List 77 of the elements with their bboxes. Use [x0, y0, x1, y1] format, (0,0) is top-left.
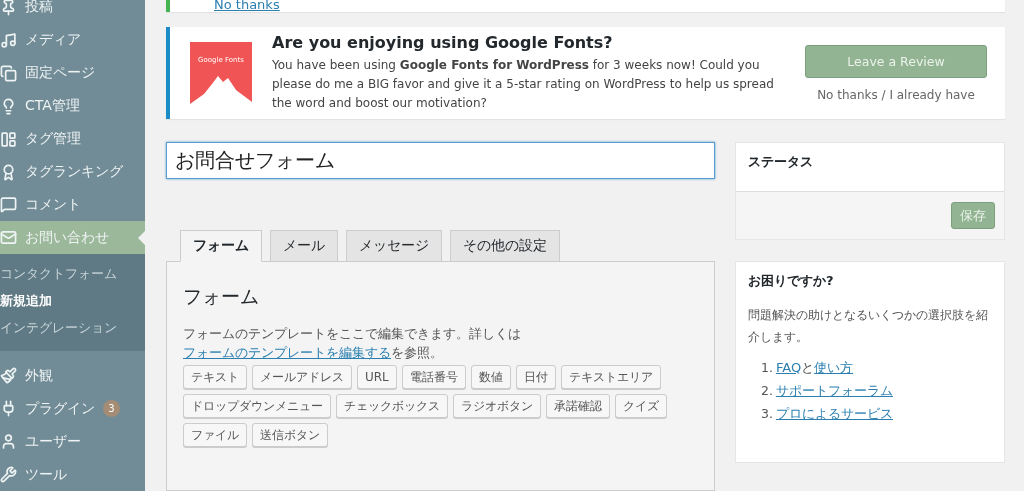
box-title: ステータス — [747, 153, 814, 171]
tag-button[interactable]: ファイル — [183, 423, 247, 447]
music-icon — [0, 31, 17, 49]
menu-item[interactable]: プラグイン 3 — [0, 392, 145, 426]
menu-item[interactable]: コメント — [0, 188, 145, 222]
tag-button[interactable]: テキストエリア — [560, 365, 661, 389]
tab[interactable]: その他の設定 — [450, 230, 560, 262]
menu-item[interactable]: メディア — [0, 23, 145, 57]
menu-label: コメント — [25, 196, 81, 214]
notice-title: Are you enjoying using Google Fonts? — [272, 33, 614, 53]
award-icon — [0, 163, 17, 181]
submenu-item[interactable]: 新規追加 — [0, 287, 145, 315]
tag-button[interactable]: 承諾確認 — [546, 394, 610, 418]
speech-bubble-icon — [0, 196, 17, 214]
menu-label: CTA管理 — [25, 97, 80, 116]
user-icon — [0, 433, 17, 451]
current-pointer — [138, 231, 145, 246]
notice-text: You have been using Google Fonts for WordPress for 3 weeks now! Could you please do me a BIG favor and give it a 5-star rating on WordPress to help us spread the word and boost our motivation? — [272, 57, 775, 113]
panel-description: フォームのテンプレートをここで編集できます。詳しくは フォームのテンプレートを編集するを参照。 — [183, 325, 522, 362]
menu-item[interactable]: 外観 — [0, 359, 145, 393]
tag-button[interactable]: 日付 — [515, 365, 556, 389]
box-title: お困りですか? — [747, 272, 835, 290]
lightbulb-icon — [0, 97, 17, 115]
tab[interactable]: メール — [270, 230, 338, 262]
menu-label: メディア — [25, 31, 81, 50]
tab[interactable]: フォーム — [180, 230, 262, 262]
paintbrush-icon — [0, 367, 17, 385]
panel-heading: フォーム — [183, 284, 260, 309]
help-text: 問題解決の助けとなるいくつかの選択肢を紹介します。 — [748, 307, 989, 346]
tag-button[interactable]: テキスト — [183, 365, 247, 389]
list-number: 1. — [761, 359, 773, 377]
menu-item[interactable]: タグ管理 — [0, 122, 145, 156]
menu-label: お問い合わせ — [25, 228, 109, 247]
menu-item[interactable]: タグランキング — [0, 155, 145, 189]
help-link[interactable]: FAQ — [775, 360, 802, 375]
help-text-fragment: と — [801, 360, 815, 375]
tab[interactable]: メッセージ — [346, 230, 442, 262]
dismiss-link[interactable]: No thanks / I already have — [817, 87, 975, 102]
menu-label: 外観 — [25, 366, 53, 385]
menu-label: ユーザー — [25, 432, 81, 451]
pin-icon — [0, 0, 17, 16]
help-link[interactable]: プロによるサービス — [775, 406, 893, 421]
plug-icon — [0, 400, 17, 418]
submenu-item[interactable]: コンタクトフォーム — [0, 260, 145, 288]
menu-label: 固定ページ — [25, 64, 95, 83]
menu-item[interactable]: ツール — [0, 458, 145, 491]
menu-label: プラグイン — [25, 399, 95, 418]
wrench-icon — [0, 466, 17, 484]
list-number: 3. — [761, 405, 773, 423]
menu-item[interactable]: 投稿 — [0, 0, 145, 24]
menu-label: ツール — [25, 465, 67, 484]
menu-item[interactable]: ユーザー — [0, 425, 145, 459]
tag-button[interactable]: 電話番号 — [401, 365, 466, 389]
tag-button[interactable]: チェックボックス — [336, 394, 448, 418]
tag-button[interactable]: メールアドレス — [252, 365, 352, 389]
tag-button[interactable]: ラジオボタン — [453, 394, 541, 418]
menu-label: タグランキング — [25, 163, 123, 182]
pages-icon — [0, 64, 17, 82]
count-badge: 3 — [103, 400, 120, 418]
title-field[interactable]: お問合せフォーム — [166, 142, 715, 179]
template-link[interactable]: フォームのテンプレートを編集する — [183, 345, 391, 360]
no-thanks-link[interactable]: No thanks — [214, 0, 280, 13]
tag-button[interactable]: URL — [357, 365, 397, 389]
mail-icon — [0, 229, 17, 247]
menu-label: 投稿 — [25, 0, 53, 17]
tag-button[interactable]: 数値 — [470, 365, 511, 389]
list-number: 2. — [761, 382, 773, 400]
help-link[interactable]: サポートフォーラム — [775, 383, 893, 398]
tag-button[interactable]: 送信ボタン — [252, 423, 328, 447]
menu-label: タグ管理 — [25, 130, 81, 149]
help-link[interactable]: 使い方 — [814, 360, 854, 375]
tag-button[interactable]: ドロップダウンメニュー — [183, 394, 331, 418]
layout-icon — [0, 130, 17, 148]
menu-item[interactable]: 固定ページ — [0, 56, 145, 90]
tag-button[interactable]: クイズ — [615, 394, 667, 418]
menu-item[interactable]: CTA管理 — [0, 89, 145, 123]
submenu-item[interactable]: インテグレーション — [0, 314, 145, 342]
